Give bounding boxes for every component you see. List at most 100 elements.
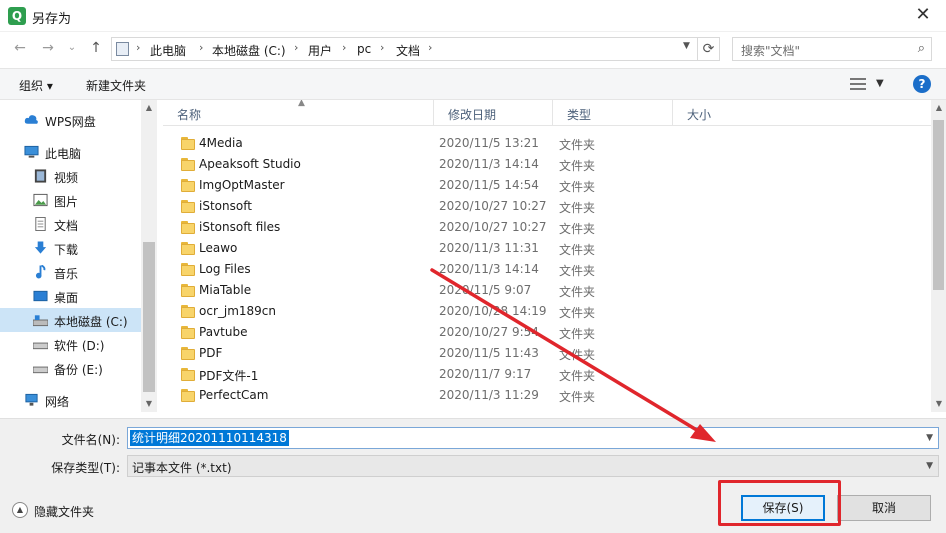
back-arrow-icon[interactable]: ←: [10, 38, 30, 58]
file-type: 文件夹: [559, 390, 596, 404]
breadcrumb-separator[interactable]: ›: [199, 41, 203, 54]
filetype-select[interactable]: 记事本文件 (*.txt) ▼: [127, 455, 939, 477]
help-icon[interactable]: ?: [913, 75, 931, 93]
chevron-down-icon[interactable]: ▼: [926, 461, 933, 471]
sidebar-item-network[interactable]: 网络: [0, 388, 141, 412]
file-name: ImgOptMaster: [199, 178, 285, 192]
file-name: Pavtube: [199, 325, 248, 339]
folder-icon: [181, 221, 195, 234]
file-type: 文件夹: [559, 306, 596, 320]
file-type: 文件夹: [559, 180, 596, 194]
hide-folders-button[interactable]: 隐藏文件夹: [34, 503, 94, 520]
scroll-up-icon[interactable]: ▲: [141, 100, 157, 116]
scroll-up-icon[interactable]: ▲: [931, 100, 946, 116]
sidebar-item-desktop[interactable]: 桌面: [0, 284, 141, 308]
filetype-label: 保存类型(T):: [51, 461, 120, 475]
computer-icon: [24, 145, 39, 158]
table-row[interactable]: PerfectCam 2020/11/3 11:29 文件夹: [163, 385, 931, 406]
table-row[interactable]: PDF文件-1 2020/11/7 9:17 文件夹: [163, 364, 931, 385]
sidebar-scrollbar[interactable]: ▲ ▼: [141, 100, 157, 412]
table-row[interactable]: 4Media 2020/11/5 13:21 文件夹: [163, 133, 931, 154]
close-button[interactable]: ✕: [900, 0, 946, 32]
table-row[interactable]: Log Files 2020/11/3 14:14 文件夹: [163, 259, 931, 280]
filename-label: 文件名(N):: [61, 433, 120, 447]
breadcrumb-separator[interactable]: ›: [428, 41, 432, 54]
file-name: 4Media: [199, 136, 243, 150]
column-size[interactable]: 大小: [673, 100, 793, 126]
sidebar-item-local-disk-c[interactable]: 本地磁盘 (C:): [0, 308, 141, 332]
sidebar-item-pictures[interactable]: 图片: [0, 188, 141, 212]
drive-icon: [33, 315, 48, 327]
column-type[interactable]: 类型: [553, 100, 673, 126]
column-date[interactable]: 修改日期: [434, 100, 553, 126]
scroll-down-icon[interactable]: ▼: [931, 396, 946, 412]
sidebar-item-downloads[interactable]: 下载: [0, 236, 141, 260]
sidebar-item-drive-e[interactable]: 备份 (E:): [0, 356, 141, 380]
folder-icon: [181, 347, 195, 360]
table-row[interactable]: MiaTable 2020/11/5 9:07 文件夹: [163, 280, 931, 301]
sidebar-item-this-pc[interactable]: 此电脑: [0, 140, 141, 164]
cloud-icon: [24, 115, 38, 124]
file-name: MiaTable: [199, 283, 252, 297]
up-arrow-icon[interactable]: ↑: [86, 38, 106, 58]
table-row[interactable]: ImgOptMaster 2020/11/5 14:54 文件夹: [163, 175, 931, 196]
sidebar-item-label: 此电脑: [45, 147, 82, 161]
breadcrumb-local-disk[interactable]: 本地磁盘 (C:): [212, 42, 286, 59]
breadcrumb-documents[interactable]: 文档: [396, 42, 420, 59]
address-dropdown-icon[interactable]: ▼: [683, 41, 690, 51]
folder-icon: [181, 179, 195, 192]
view-options-icon[interactable]: [850, 77, 866, 91]
table-row[interactable]: iStonsoft 2020/10/27 10:27 文件夹: [163, 196, 931, 217]
filelist-scrollbar[interactable]: ▲ ▼: [931, 100, 946, 412]
sidebar-item-label: 软件 (D:): [54, 339, 105, 353]
address-bar[interactable]: › 此电脑 › 本地磁盘 (C:) › 用户 › pc › 文档 ›: [111, 37, 698, 61]
table-row[interactable]: iStonsoft files 2020/10/27 10:27 文件夹: [163, 217, 931, 238]
sidebar-item-music[interactable]: 音乐: [0, 260, 141, 284]
sidebar-item-drive-d[interactable]: 软件 (D:): [0, 332, 141, 356]
scroll-down-icon[interactable]: ▼: [141, 396, 157, 412]
file-name: ocr_jm189cn: [199, 304, 277, 318]
folder-icon: [181, 242, 195, 255]
breadcrumb-users[interactable]: 用户: [308, 42, 332, 59]
breadcrumb-this-pc[interactable]: 此电脑: [150, 42, 186, 59]
forward-arrow-icon[interactable]: →: [38, 38, 58, 58]
search-input[interactable]: 搜索"文档" ⌕: [732, 37, 932, 61]
download-icon: [34, 241, 47, 254]
sidebar-item-documents[interactable]: 文档: [0, 212, 141, 236]
sidebar-item-label: 备份 (E:): [54, 363, 103, 377]
sidebar-item-videos[interactable]: 视频: [0, 164, 141, 188]
chevron-down-icon[interactable]: ▼: [926, 433, 933, 443]
annotation-highlight-box: [718, 480, 841, 526]
file-date: 2020/11/3 11:29: [439, 388, 539, 402]
breadcrumb-separator[interactable]: ›: [342, 41, 346, 54]
cancel-button[interactable]: 取消: [837, 495, 931, 521]
file-type: 文件夹: [559, 159, 596, 173]
file-date: 2020/10/27 10:27: [439, 220, 547, 234]
file-date: 2020/10/27 9:54: [439, 325, 539, 339]
breadcrumb-pc[interactable]: pc: [357, 42, 371, 56]
sidebar-scroll-thumb[interactable]: [143, 242, 155, 392]
recent-dropdown-icon[interactable]: ⌄: [62, 38, 82, 58]
organize-button[interactable]: 组织 ▾: [19, 77, 53, 94]
table-row[interactable]: ocr_jm189cn 2020/10/28 14:19 文件夹: [163, 301, 931, 322]
folder-icon: [181, 263, 195, 276]
table-row[interactable]: PDF 2020/11/5 11:43 文件夹: [163, 343, 931, 364]
new-folder-button[interactable]: 新建文件夹: [86, 77, 146, 94]
file-type: 文件夹: [559, 243, 596, 257]
file-date: 2020/11/5 9:07: [439, 283, 532, 297]
breadcrumb-separator[interactable]: ›: [136, 41, 140, 54]
sidebar-item-wps-cloud[interactable]: WPS网盘: [0, 108, 141, 132]
column-name[interactable]: 名称 ▲: [163, 100, 434, 126]
breadcrumb-separator[interactable]: ›: [294, 41, 298, 54]
breadcrumb-separator[interactable]: ›: [380, 41, 384, 54]
refresh-icon[interactable]: ⟳: [698, 37, 720, 61]
table-row[interactable]: Apeaksoft Studio 2020/11/3 14:14 文件夹: [163, 154, 931, 175]
hide-folders-icon[interactable]: ▲: [12, 502, 28, 518]
table-row[interactable]: Pavtube 2020/10/27 9:54 文件夹: [163, 322, 931, 343]
column-header: 名称 ▲ 修改日期 类型 大小: [163, 100, 931, 126]
table-row[interactable]: Leawo 2020/11/3 11:31 文件夹: [163, 238, 931, 259]
filelist-scroll-thumb[interactable]: [933, 120, 944, 290]
filename-input[interactable]: 统计明细20201110114318 ▼: [127, 427, 939, 449]
search-icon[interactable]: ⌕: [918, 41, 925, 56]
view-dropdown-icon[interactable]: ▼: [876, 78, 884, 89]
